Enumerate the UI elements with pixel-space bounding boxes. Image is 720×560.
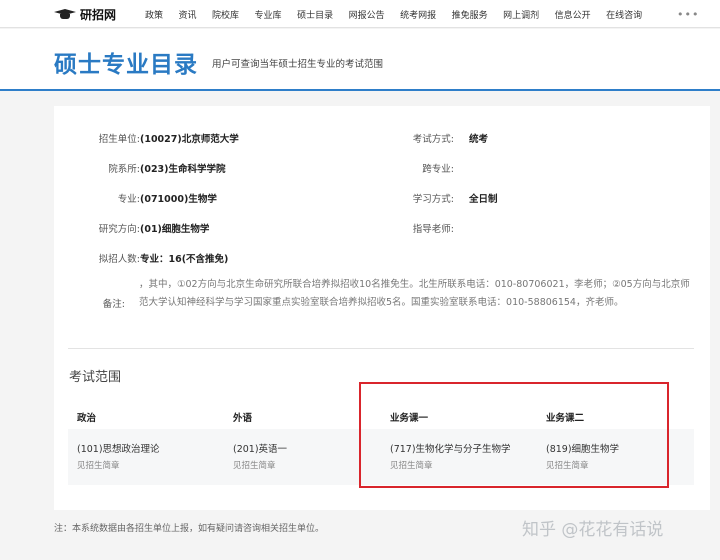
note-text: ，其中，①02方向与北京生命研究所联合培养拟招收10名推免生。北生所联系电话：0… bbox=[139, 279, 690, 308]
nav-item-recommendation[interactable]: 推免服务 bbox=[452, 8, 488, 21]
language-brochure-link[interactable]: 见招生简章 bbox=[233, 459, 276, 471]
section-divider bbox=[68, 348, 694, 349]
col-politics-header: 政治 bbox=[77, 413, 97, 424]
study-mode-label: 学习方式: bbox=[412, 194, 454, 205]
nav-item-disclosure[interactable]: 信息公开 bbox=[555, 8, 591, 21]
exam-mode-label: 考试方式: bbox=[412, 134, 454, 145]
more-menu-icon[interactable]: ••• bbox=[677, 8, 699, 21]
politics-brochure-link[interactable]: 见招生简章 bbox=[77, 459, 120, 471]
col-foreign-language-header: 外语 bbox=[233, 413, 253, 424]
direction-label: 研究方向: bbox=[98, 224, 140, 235]
footer-note: 注：本系统数据由各招生单位上报，如有疑问请咨询相关招生单位。 bbox=[54, 524, 325, 534]
page-subtitle: 用户可查询当年硕士招生专业的考试范围 bbox=[212, 59, 384, 70]
top-nav: 研招网 政策 资讯 院校库 专业库 硕士目录 网报公告 统考网报 推免服务 网上… bbox=[0, 0, 720, 28]
language-subject: (201)英语一 bbox=[233, 444, 288, 455]
quota-label: 拟招人数: bbox=[98, 254, 140, 265]
highlight-annotation-box bbox=[359, 382, 669, 488]
nav-item-registration-notice[interactable]: 网报公告 bbox=[349, 8, 385, 21]
nav-item-adjustment[interactable]: 网上调剂 bbox=[503, 8, 539, 21]
note-label: 备注: bbox=[102, 299, 125, 310]
site-logo[interactable]: 研招网 bbox=[54, 6, 116, 22]
major-label: 专业: bbox=[117, 194, 140, 205]
unit-value: (10027)北京师范大学 bbox=[140, 134, 239, 145]
nav-item-policy[interactable]: 政策 bbox=[145, 8, 163, 21]
exam-mode-value: 统考 bbox=[469, 134, 489, 145]
watermark: 知乎 @花花有话说 bbox=[522, 520, 664, 540]
nav-item-master-catalog[interactable]: 硕士目录 bbox=[297, 8, 333, 21]
nav-item-news[interactable]: 资讯 bbox=[179, 8, 197, 21]
graduation-cap-icon bbox=[54, 8, 76, 20]
politics-subject: (101)思想政治理论 bbox=[77, 444, 160, 455]
page-title: 硕士专业目录 bbox=[54, 52, 198, 78]
nav-item-unified-registration[interactable]: 统考网报 bbox=[400, 8, 436, 21]
nav-item-majors[interactable]: 专业库 bbox=[255, 8, 282, 21]
page-header: 硕士专业目录 用户可查询当年硕士招生专业的考试范围 bbox=[0, 29, 720, 91]
unit-label: 招生单位: bbox=[98, 134, 140, 145]
exam-scope-title: 考试范围 bbox=[69, 370, 122, 385]
department-label: 院系所: bbox=[108, 164, 140, 175]
logo-text: 研招网 bbox=[80, 7, 117, 22]
study-mode-value: 全日制 bbox=[469, 194, 498, 205]
cross-major-label: 跨专业: bbox=[422, 164, 454, 175]
direction-value: (01)细胞生物学 bbox=[140, 224, 210, 235]
nav-item-schools[interactable]: 院校库 bbox=[212, 8, 239, 21]
nav-item-consult[interactable]: 在线咨询 bbox=[606, 8, 642, 21]
quota-value: 专业：16(不含推免) bbox=[140, 254, 229, 265]
major-value: (071000)生物学 bbox=[140, 194, 217, 205]
advisor-label: 指导老师: bbox=[412, 224, 454, 235]
nav-menu: 政策 资讯 院校库 专业库 硕士目录 网报公告 统考网报 推免服务 网上调剂 信… bbox=[145, 0, 658, 28]
department-value: (023)生命科学学院 bbox=[140, 164, 226, 175]
